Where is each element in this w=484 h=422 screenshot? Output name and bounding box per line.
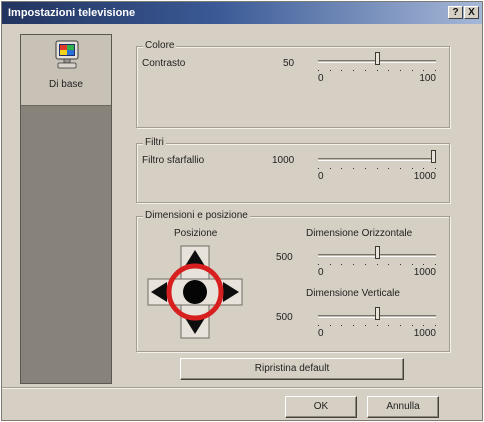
filters-group-title: Filtri <box>143 137 166 148</box>
flicker-filter-label: Filtro sfarfallio <box>142 155 205 166</box>
slider-tick <box>412 70 413 71</box>
slider-tick <box>377 168 378 169</box>
slider-max-label: 100 <box>419 73 436 84</box>
slider-tick <box>341 70 342 71</box>
slider-tick <box>353 264 354 265</box>
cancel-button[interactable]: Annulla <box>367 396 439 418</box>
slider-tick <box>423 325 424 326</box>
contrast-slider[interactable]: 0 100 <box>318 50 436 84</box>
help-button[interactable]: ? <box>448 6 463 19</box>
restore-defaults-button[interactable]: Ripristina default <box>180 358 404 380</box>
size-position-group-title: Dimensioni e posizione <box>143 210 250 221</box>
footer-separator <box>2 387 482 388</box>
slider-tick <box>388 264 389 265</box>
position-label: Posizione <box>174 228 218 239</box>
slider-track <box>318 158 436 161</box>
slider-tick <box>423 264 424 265</box>
slider-tick <box>400 264 401 265</box>
slider-min-label: 0 <box>318 267 324 278</box>
slider-tick <box>318 264 319 265</box>
ok-button[interactable]: OK <box>285 396 357 418</box>
slider-min-label: 0 <box>318 328 324 339</box>
slider-tick <box>377 325 378 326</box>
slider-tick <box>341 325 342 326</box>
horizontal-size-label: Dimensione Orizzontale <box>306 228 413 239</box>
slider-thumb[interactable] <box>375 246 380 259</box>
slider-tick <box>400 70 401 71</box>
slider-max-label: 1000 <box>413 267 436 278</box>
title-bar[interactable]: Impostazioni televisione ? X <box>2 2 482 24</box>
slider-tick <box>412 325 413 326</box>
slider-tick <box>330 264 331 265</box>
slider-tick <box>388 70 389 71</box>
slider-tick <box>365 70 366 71</box>
slider-tick <box>423 70 424 71</box>
horizontal-size-slider[interactable]: 0 1000 <box>318 244 436 278</box>
sidebar-item-label: Di base <box>49 79 83 90</box>
horizontal-size-value: 500 <box>276 252 293 263</box>
vertical-size-value: 500 <box>276 312 293 323</box>
monitor-icon <box>55 40 79 69</box>
slider-tick <box>318 70 319 71</box>
slider-ticks <box>318 325 436 326</box>
slider-tick <box>423 168 424 169</box>
slider-tick <box>435 168 436 169</box>
sidebar: Di base <box>20 34 112 384</box>
slider-max-label: 1000 <box>413 328 436 339</box>
slider-tick <box>365 168 366 169</box>
slider-thumb[interactable] <box>375 52 380 65</box>
slider-tick <box>412 264 413 265</box>
vertical-size-label: Dimensione Verticale <box>306 288 400 299</box>
slider-tick <box>365 325 366 326</box>
slider-tick <box>435 325 436 326</box>
slider-min-label: 0 <box>318 73 324 84</box>
window-title: Impostazioni televisione <box>8 7 136 19</box>
center-position-button[interactable] <box>183 280 207 304</box>
contrast-label: Contrasto <box>142 58 186 69</box>
flicker-filter-slider[interactable]: 0 1000 <box>318 148 436 182</box>
slider-tick <box>400 325 401 326</box>
slider-tick <box>353 325 354 326</box>
slider-tick <box>435 264 436 265</box>
slider-ticks <box>318 168 436 169</box>
slider-ticks <box>318 264 436 265</box>
slider-tick <box>377 70 378 71</box>
slider-min-label: 0 <box>318 171 324 182</box>
slider-tick <box>330 325 331 326</box>
slider-tick <box>435 70 436 71</box>
slider-tick <box>353 70 354 71</box>
slider-thumb[interactable] <box>375 307 380 320</box>
slider-max-label: 1000 <box>413 171 436 182</box>
flicker-filter-value: 1000 <box>272 155 295 166</box>
position-dpad <box>147 245 243 339</box>
slider-tick <box>330 70 331 71</box>
slider-tick <box>341 264 342 265</box>
slider-tick <box>318 168 319 169</box>
color-group-title: Colore <box>143 40 177 51</box>
slider-thumb[interactable] <box>431 150 436 163</box>
close-button[interactable]: X <box>464 6 479 19</box>
sidebar-item-basic[interactable]: Di base <box>21 35 111 106</box>
slider-tick <box>330 168 331 169</box>
tv-settings-dialog: Impostazioni televisione ? X Di base Col… <box>1 1 483 421</box>
slider-ticks <box>318 70 436 71</box>
slider-tick <box>388 168 389 169</box>
contrast-value: 50 <box>283 58 295 69</box>
slider-tick <box>341 168 342 169</box>
slider-tick <box>353 168 354 169</box>
slider-tick <box>318 325 319 326</box>
slider-tick <box>388 325 389 326</box>
slider-tick <box>400 168 401 169</box>
slider-tick <box>377 264 378 265</box>
slider-tick <box>412 168 413 169</box>
vertical-size-slider[interactable]: 0 1000 <box>318 305 436 339</box>
slider-tick <box>365 264 366 265</box>
